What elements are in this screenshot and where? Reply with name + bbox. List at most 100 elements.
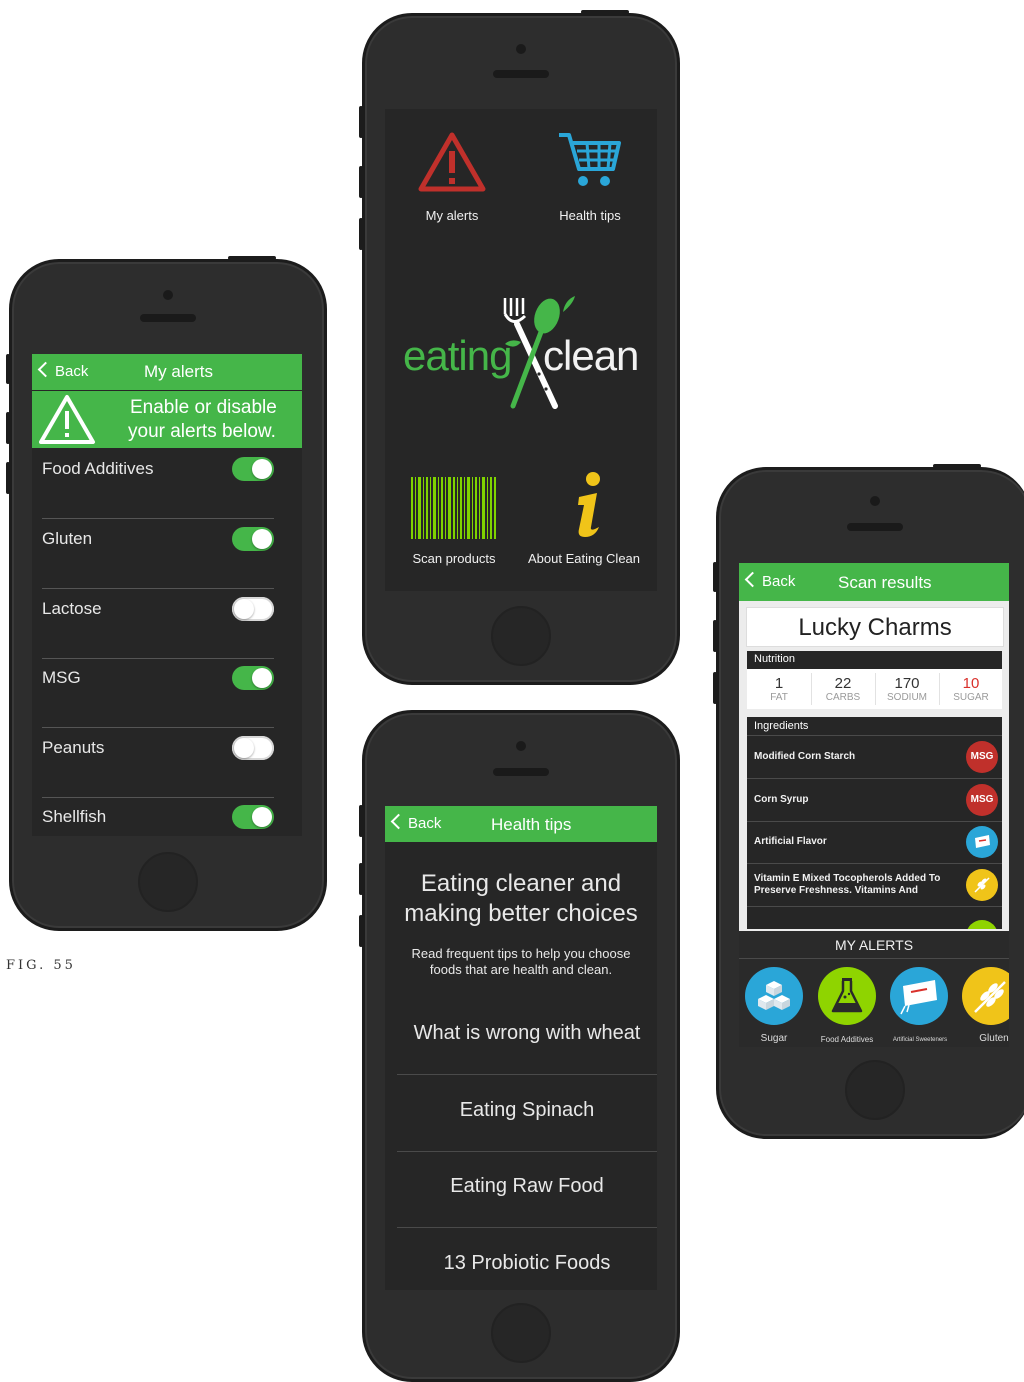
nav-bar: Back Health tips [385,806,657,842]
alert-label: MSG [42,668,81,687]
tip-title: What is wrong with wheat [413,1022,641,1044]
back-button[interactable]: Back [37,361,88,380]
alert-food-additives[interactable] [818,967,876,1025]
tip-item[interactable]: 13 Probiotic Foods [397,1228,657,1290]
ingredients-header: Ingredients [754,720,809,732]
alerts-banner: Enable or disable your alerts below. [32,391,302,448]
sugar-cubes-icon [758,981,790,1010]
toggle-gluten[interactable] [232,527,274,551]
power-button [581,10,629,14]
shopping-cart-icon [559,133,621,186]
phone-home: My alerts Health tips eating clean Scan … [359,10,680,685]
alert-label: Food Additives [42,459,154,478]
mute-switch [359,805,363,837]
tip-item[interactable]: What is wrong with wheat [397,998,657,1075]
eating-clean-logo: eating clean [385,294,657,414]
figure-caption: FIG. 55 [6,958,76,973]
ingredient-row[interactable]: Artificial Flavor [747,821,1002,864]
tips-screen: Back Health tips Eating cleaner and maki… [385,806,657,1290]
alert-label: Shellfish [42,807,107,826]
toggle-peanuts[interactable] [232,736,274,760]
about-tile[interactable]: About Eating Clean [525,471,655,571]
earpiece-speaker [493,768,549,776]
ingredients-section: Ingredients Modified Corn Starch MSG Cor… [747,717,1002,929]
back-label: Back [762,573,796,590]
toggle-msg[interactable] [232,666,274,690]
nutrition-key: CARBS [825,692,861,703]
alert-row-shellfish: Shellfish [42,797,274,836]
alert-gluten[interactable] [962,967,1009,1025]
alert-row-peanuts: Peanuts [42,728,274,798]
warning-icon [39,395,95,444]
my-alerts-tile[interactable]: My alerts [407,129,497,229]
alert-row-lactose: Lactose [42,589,274,659]
nutrition-value: 22 [834,675,852,692]
nutrition-panel: 1 FAT 22 CARBS 170 SODIUM 10 SUGAR [747,669,1002,709]
alert-row-food-additives: Food Additives [42,449,274,519]
ingredient-row[interactable]: Vitamin E Mixed Tocopherols Added To Pre… [747,864,1002,907]
toggle-shellfish[interactable] [232,805,274,829]
ingredient-row[interactable]: Corn Syrup MSG [747,779,1002,822]
front-camera [870,496,880,506]
front-camera [516,44,526,54]
tip-item[interactable]: Eating Spinach [397,1075,657,1152]
volume-down-button [6,462,10,494]
tips-heading-line-2: making better choices [404,900,638,927]
alert-label: Gluten [979,1033,1009,1044]
back-button[interactable]: Back [744,571,796,590]
back-button[interactable]: Back [390,813,441,832]
scan-products-label: Scan products [412,551,496,566]
toggle-lactose[interactable] [232,597,274,621]
results-card: Lucky Charms Nutrition 1 FAT 22 CARBS 17… [739,601,1009,931]
ingredient-name: Artificial Flavor [754,836,827,847]
scan-screen: Back Scan results Lucky Charms Nutrition… [739,563,1009,1047]
tips-subtitle-line-2: foods that are health and clean. [429,962,613,977]
earpiece-speaker [140,314,196,322]
nutrition-header-label: Nutrition [754,653,795,665]
ingredient-name: Vitamin E Mixed Tocopherols Added To [754,873,941,884]
toggle-knob [252,529,272,549]
home-button[interactable] [138,852,198,912]
banner-line-1: Enable or disable [130,397,277,418]
ingredient-row[interactable]: Modified Corn Starch MSG [747,736,1002,779]
toggle-food-additives[interactable] [232,457,274,481]
toggle-knob [252,807,272,827]
alert-label: Artificial Sweeteners [892,1037,948,1043]
earpiece-speaker [847,523,903,531]
alert-sugar[interactable] [745,967,803,1025]
divider [939,673,940,705]
chevron-left-icon [37,361,54,378]
home-button[interactable] [491,606,551,666]
toggle-knob [252,668,272,688]
product-name-box: Lucky Charms [746,607,1004,647]
volume-up-button [6,412,10,444]
phone-tips: Back Health tips Eating cleaner and maki… [359,710,680,1382]
health-tips-label: Health tips [559,208,621,223]
nutrition-carbs: 22 CARBS [811,669,875,703]
nutrition-sugar: 10 SUGAR [939,669,1003,703]
tip-title: Eating Raw Food [450,1175,604,1197]
nutrition-key: SUGAR [953,692,989,703]
about-label: About Eating Clean [527,551,641,566]
my-alerts-header: MY ALERTS [834,937,914,953]
page-title: Health tips [491,815,572,834]
volume-up-button [359,863,363,895]
page-title: Scan results [838,573,932,592]
mute-switch [713,562,717,592]
alerts-screen: Back My alerts Enable or disable your al… [32,354,302,836]
tip-title: 13 Probiotic Foods [443,1252,611,1274]
earpiece-speaker [493,70,549,78]
health-tips-tile[interactable]: Health tips [545,129,635,229]
scan-products-tile[interactable]: Scan products [401,471,507,571]
sweetener-packet-icon [900,980,937,1015]
nutrition-key: FAT [770,692,788,703]
home-screen: My alerts Health tips eating clean Scan … [385,109,657,591]
barcode-icon [411,477,496,539]
alert-artificial-sweeteners[interactable] [890,967,948,1025]
wheat-icon [974,877,990,893]
warning-icon [418,132,486,192]
tip-item[interactable]: Eating Raw Food [397,1151,657,1228]
volume-up-button [359,166,363,198]
home-button[interactable] [845,1060,905,1120]
home-button[interactable] [491,1303,551,1363]
